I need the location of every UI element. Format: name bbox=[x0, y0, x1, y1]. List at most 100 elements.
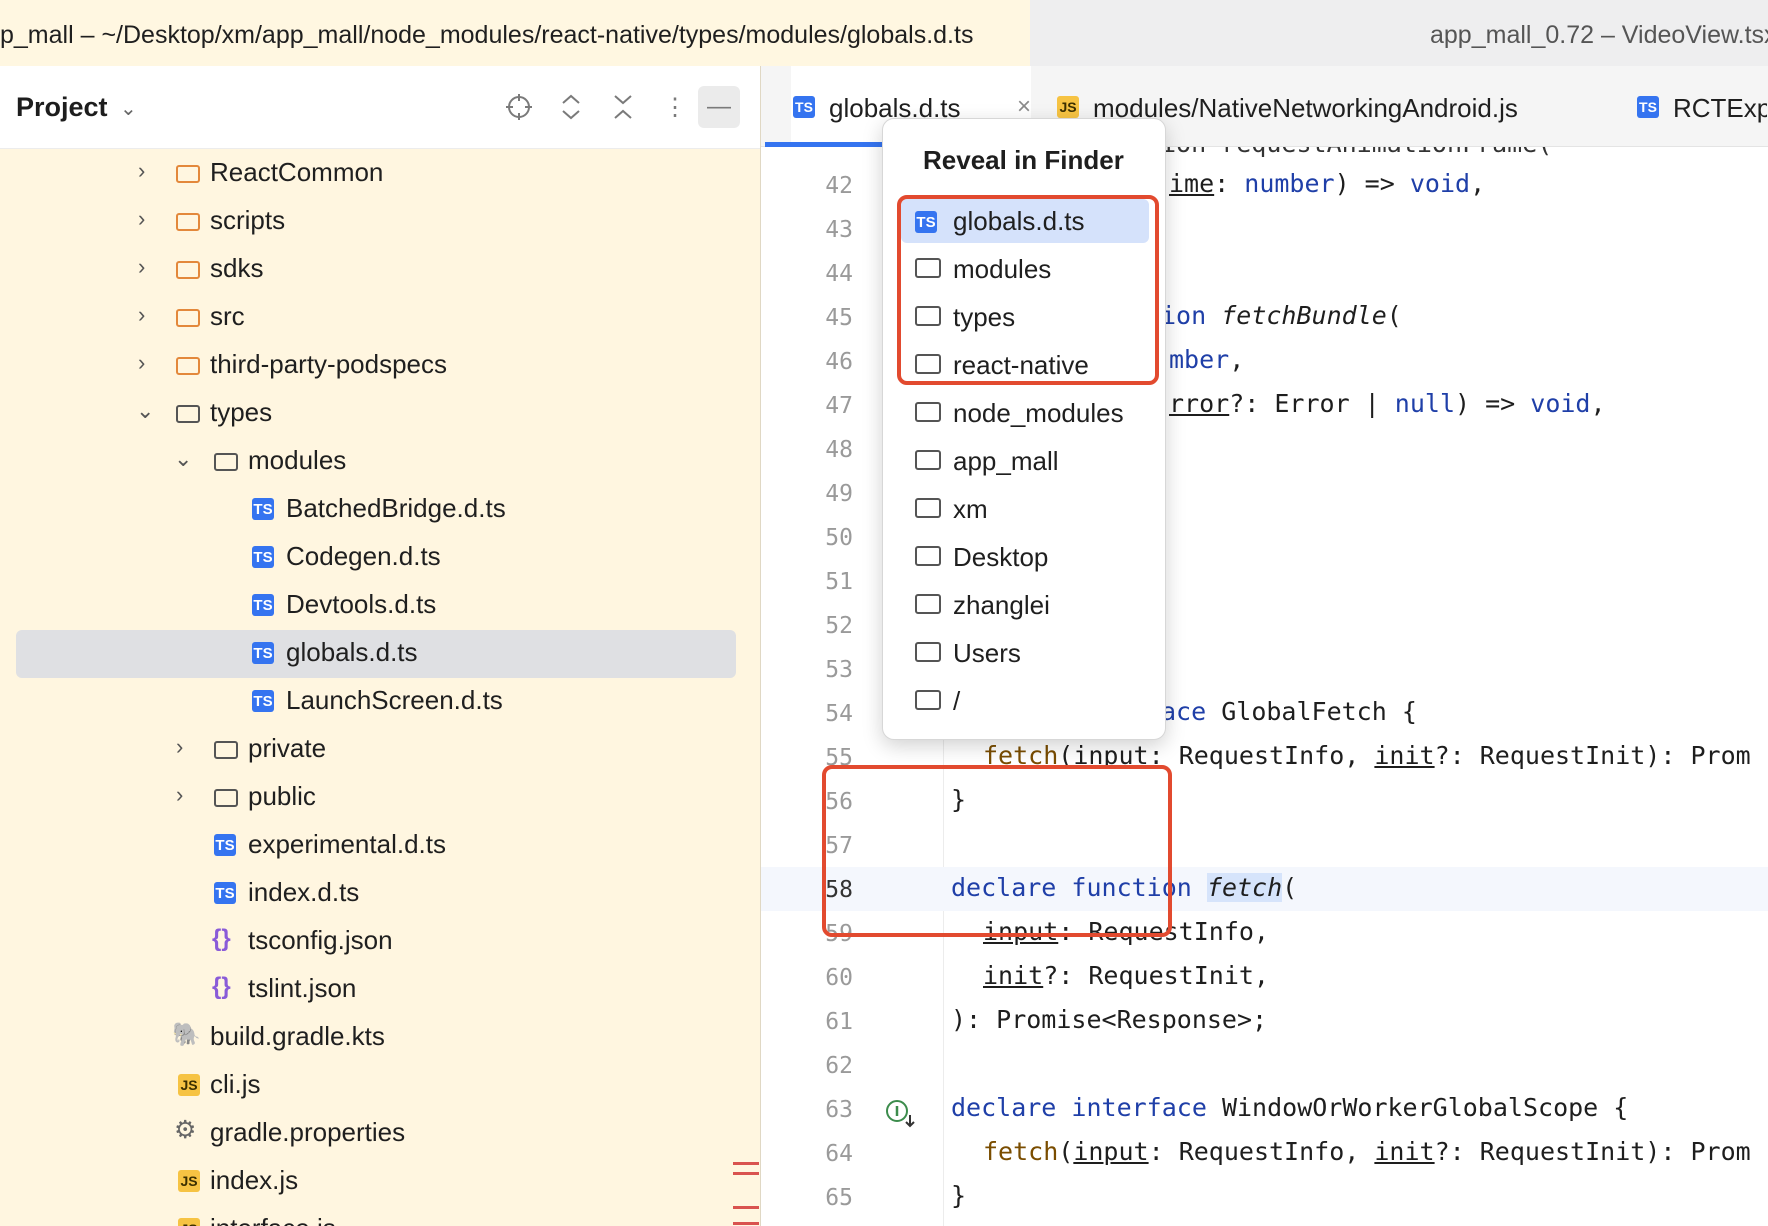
window-title-current[interactable]: p_mall – ~/Desktop/xm/app_mall/node_modu… bbox=[0, 0, 1030, 66]
typescript-file-icon: TS bbox=[1637, 96, 1659, 118]
tree-item-label: gradle.properties bbox=[210, 1117, 406, 1147]
tree-item-label: interface.js bbox=[210, 1213, 336, 1226]
typescript-file-icon: TS bbox=[214, 834, 236, 856]
chevron-down-icon[interactable]: ⌄ bbox=[136, 398, 154, 424]
tree-item-sdks[interactable]: › sdks bbox=[0, 246, 760, 292]
tree-item-build-gradle[interactable]: 🐘 build.gradle.kts bbox=[0, 1014, 760, 1060]
popup-title: Reveal in Finder bbox=[923, 145, 1124, 175]
tree-item-types[interactable]: ⌄ types bbox=[0, 390, 760, 436]
typescript-file-icon: TS bbox=[214, 882, 236, 904]
tree-item-batchedbridge[interactable]: TS BatchedBridge.d.ts bbox=[0, 486, 760, 532]
tree-item-src[interactable]: › src bbox=[0, 294, 760, 340]
javascript-file-icon: JS bbox=[178, 1218, 200, 1226]
code-line: init?: RequestInit, bbox=[983, 961, 1269, 990]
tab-rctexpo[interactable]: TS RCTExpo bbox=[1637, 66, 1767, 146]
line-number: 48 bbox=[825, 437, 853, 463]
line-number: 45 bbox=[825, 305, 853, 331]
chevron-right-icon[interactable]: › bbox=[138, 350, 145, 376]
implementation-gutter-icon[interactable] bbox=[885, 1097, 917, 1134]
chevron-right-icon[interactable]: › bbox=[138, 206, 145, 232]
popup-item-app-mall[interactable]: app_mall bbox=[901, 439, 1149, 483]
popup-item-desktop[interactable]: Desktop bbox=[901, 535, 1149, 579]
code-line: ion fetchBundle( bbox=[1161, 301, 1402, 330]
folder-icon bbox=[176, 165, 200, 183]
tree-item-globals[interactable]: TS globals.d.ts bbox=[0, 630, 760, 678]
chevron-right-icon[interactable]: › bbox=[138, 158, 145, 184]
tree-item-launchscreen[interactable]: TS LaunchScreen.d.ts bbox=[0, 678, 760, 724]
tree-item-experimental[interactable]: TS experimental.d.ts bbox=[0, 822, 760, 868]
tree-item-label: types bbox=[210, 397, 273, 427]
folder-icon bbox=[915, 402, 941, 422]
tree-item-index-js[interactable]: JS index.js bbox=[0, 1158, 760, 1204]
chevron-right-icon[interactable]: › bbox=[176, 734, 183, 760]
tree-item-label: LaunchScreen.d.ts bbox=[286, 685, 503, 715]
tree-item-label: index.js bbox=[210, 1165, 299, 1195]
folder-icon bbox=[176, 261, 200, 279]
chevron-right-icon[interactable]: › bbox=[138, 254, 145, 280]
json-file-icon: {} bbox=[212, 925, 231, 952]
tree-item-reactcommon[interactable]: › ReactCommon bbox=[0, 150, 760, 196]
window-title-text: p_mall – ~/Desktop/xm/app_mall/node_modu… bbox=[0, 21, 974, 49]
tree-item-devtools[interactable]: TS Devtools.d.ts bbox=[0, 582, 760, 628]
collapse-all-icon[interactable] bbox=[604, 88, 642, 126]
tree-item-label: scripts bbox=[210, 205, 286, 235]
javascript-file-icon: JS bbox=[1057, 96, 1079, 118]
code-line: declare interface WindowOrWorkerGlobalSc… bbox=[951, 1093, 1629, 1122]
tree-item-label: BatchedBridge.d.ts bbox=[286, 493, 506, 523]
expand-all-icon[interactable] bbox=[552, 88, 590, 126]
chevron-right-icon[interactable]: › bbox=[176, 782, 183, 808]
popup-item-root[interactable]: / bbox=[901, 679, 1149, 723]
scroll-marker bbox=[733, 1222, 759, 1225]
tree-item-public[interactable]: › public bbox=[0, 774, 760, 820]
tree-item-third-party-podspecs[interactable]: › third-party-podspecs bbox=[0, 342, 760, 388]
tree-item-label: ReactCommon bbox=[210, 157, 384, 187]
tree-item-private[interactable]: › private bbox=[0, 726, 760, 772]
folder-icon bbox=[915, 594, 941, 614]
folder-icon bbox=[176, 405, 200, 423]
chevron-down-icon[interactable]: ⌄ bbox=[174, 446, 192, 472]
locate-icon[interactable] bbox=[500, 88, 538, 126]
code-line: ime: number) => void, bbox=[1169, 169, 1486, 198]
line-number: 60 bbox=[825, 965, 853, 991]
line-number: 46 bbox=[825, 349, 853, 375]
tree-item-tsconfig[interactable]: {} tsconfig.json bbox=[0, 918, 760, 964]
popup-item-label: node_modules bbox=[953, 398, 1124, 428]
code-line: ace GlobalFetch { bbox=[1161, 697, 1417, 726]
scroll-marker bbox=[733, 1172, 759, 1175]
popup-item-label: xm bbox=[953, 494, 988, 524]
tree-item-label: build.gradle.kts bbox=[210, 1021, 385, 1051]
scroll-marker bbox=[733, 1206, 759, 1209]
chevron-right-icon[interactable]: › bbox=[138, 302, 145, 328]
project-panel-title[interactable]: Project bbox=[16, 92, 108, 123]
tree-item-index-d-ts[interactable]: TS index.d.ts bbox=[0, 870, 760, 916]
tree-item-codegen[interactable]: TS Codegen.d.ts bbox=[0, 534, 760, 580]
hide-panel-icon[interactable]: — bbox=[698, 86, 740, 128]
line-number: 49 bbox=[825, 481, 853, 507]
tree-item-cli-js[interactable]: JS cli.js bbox=[0, 1062, 760, 1108]
typescript-file-icon: TS bbox=[252, 690, 274, 712]
popup-item-node-modules[interactable]: node_modules bbox=[901, 391, 1149, 435]
more-options-icon[interactable]: ⋮ bbox=[656, 88, 694, 126]
project-panel: Project ⌄ ⋮ — › ReactCommon › scripts › … bbox=[0, 66, 761, 1226]
folder-icon bbox=[176, 213, 200, 231]
close-icon[interactable]: × bbox=[1017, 93, 1031, 121]
folder-icon bbox=[915, 498, 941, 518]
line-number: 47 bbox=[825, 393, 853, 419]
popup-item-users[interactable]: Users bbox=[901, 631, 1149, 675]
tree-item-tslint[interactable]: {} tslint.json bbox=[0, 966, 760, 1012]
popup-item-label: Users bbox=[953, 638, 1021, 668]
chevron-down-icon[interactable]: ⌄ bbox=[120, 96, 137, 121]
tree-item-modules[interactable]: ⌄ modules bbox=[0, 438, 760, 484]
tree-item-interface-js[interactable]: JS interface.js bbox=[0, 1206, 760, 1226]
tree-item-scripts[interactable]: › scripts bbox=[0, 198, 760, 244]
popup-item-zhanglei[interactable]: zhanglei bbox=[901, 583, 1149, 627]
popup-item-label: Desktop bbox=[953, 542, 1049, 572]
popup-item-xm[interactable]: xm bbox=[901, 487, 1149, 531]
window-title-other[interactable]: app_mall_0.72 – VideoView.tsx bbox=[1030, 0, 1768, 66]
folder-icon bbox=[214, 741, 238, 759]
typescript-file-icon: TS bbox=[252, 498, 274, 520]
tree-item-gradle-properties[interactable]: ⚙ gradle.properties bbox=[0, 1110, 760, 1156]
tree-item-label: globals.d.ts bbox=[286, 637, 418, 667]
scroll-marker bbox=[733, 1162, 759, 1165]
window-title-bar: p_mall – ~/Desktop/xm/app_mall/node_modu… bbox=[0, 0, 1768, 67]
